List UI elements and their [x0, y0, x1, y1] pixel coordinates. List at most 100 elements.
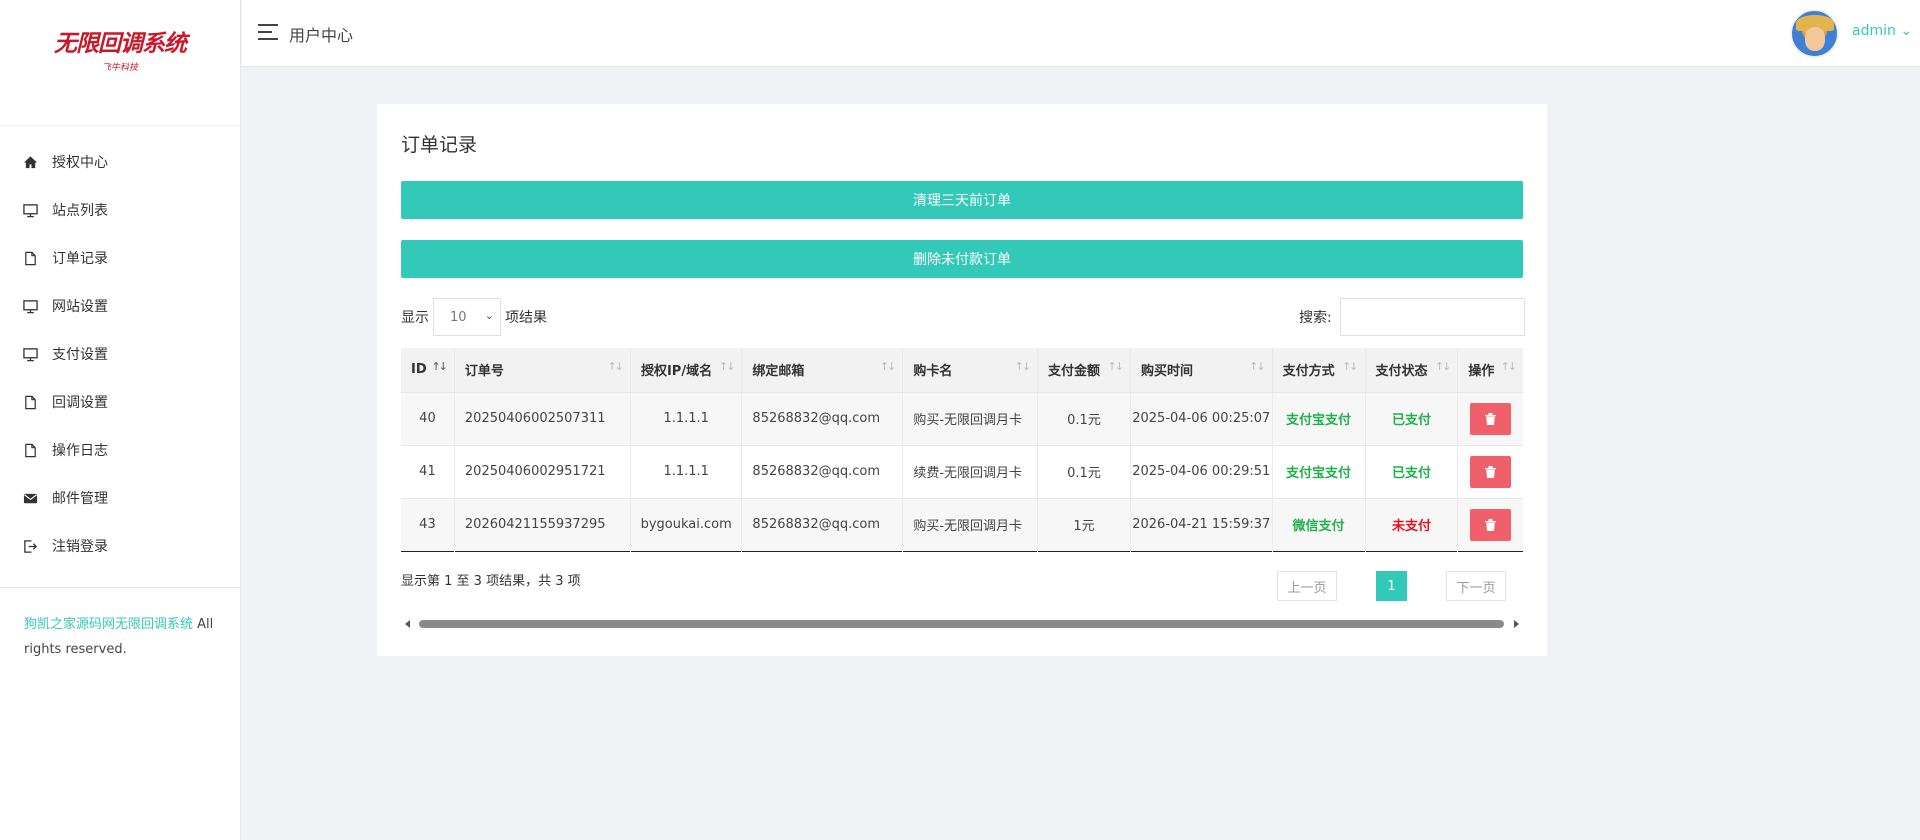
column-header-pay-method[interactable]: 支付方式 ↑↓ [1272, 348, 1366, 392]
column-header-domain[interactable]: 授权IP/域名 ↑↓ [630, 348, 743, 392]
page-button-1[interactable]: 1 [1376, 571, 1407, 601]
trash-icon [1485, 465, 1497, 478]
sidebar-item-label: 站点列表 [52, 203, 108, 219]
table-row: 41 20250406002951721 1.1.1.1 85268832@qq… [401, 445, 1523, 498]
sidebar-item-payment-settings[interactable]: 支付设置 [0, 330, 240, 378]
cell-actions [1458, 498, 1523, 551]
sidebar-divider [0, 587, 241, 588]
cell-card-name: 购买-无限回调月卡 [902, 498, 1039, 551]
chevron-down-icon: ⌄ [484, 309, 494, 322]
user-name: admin [1852, 23, 1896, 39]
sidebar-item-label: 注销登录 [52, 539, 108, 555]
table-row: 43 20260421155937295 bygoukai.com 852688… [401, 498, 1523, 551]
cell-amount: 0.1元 [1037, 445, 1131, 498]
cell-pay-method: 微信支付 [1272, 498, 1366, 551]
column-header-amount[interactable]: 支付金额 ↑↓ [1037, 348, 1131, 392]
cell-amount: 0.1元 [1037, 392, 1131, 445]
cell-order-no: 20250406002951721 [454, 445, 631, 498]
monitor-icon [22, 298, 38, 314]
sidebar: 无限回调系统 飞牛科技 授权中心 站点列表 订单记录 网站设置 支付设置 回调设… [0, 0, 241, 840]
cell-domain: 1.1.1.1 [630, 445, 743, 498]
sort-icon: ↑↓ [1342, 360, 1359, 373]
page-length-select[interactable]: 10 ⌄ [433, 298, 501, 336]
orders-table: ID ↑↓ 订单号 ↑↓ 授权IP/域名 ↑↓ 绑定邮箱 ↑↓ 购卡名 ↑↓ 支付金额 ↑↓… [401, 348, 1523, 552]
copyright: 狗凯之家源码网无限回调系统 All rights reserved. [24, 612, 224, 662]
trash-icon [1485, 518, 1497, 531]
menu-toggle-icon[interactable] [258, 24, 278, 40]
cell-email: 85268832@qq.com [741, 498, 904, 551]
sidebar-item-label: 网站设置 [52, 299, 108, 315]
delete-button[interactable] [1470, 402, 1512, 435]
cell-order-no: 20250406002507311 [454, 392, 631, 445]
user-menu[interactable]: admin ⌄ [1852, 23, 1912, 39]
search-input[interactable] [1339, 298, 1525, 336]
cell-amount: 1元 [1037, 498, 1131, 551]
chevron-down-icon: ⌄ [1900, 23, 1913, 39]
column-header-id[interactable]: ID ↑↓ [401, 348, 455, 392]
column-header-email[interactable]: 绑定邮箱 ↑↓ [741, 348, 904, 392]
cell-time: 2025-04-06 00:25:07 [1130, 392, 1273, 445]
sidebar-item-label: 授权中心 [52, 155, 108, 171]
sidebar-item-site-settings[interactable]: 网站设置 [0, 282, 240, 330]
cell-domain: 1.1.1.1 [630, 392, 743, 445]
delete-button[interactable] [1470, 455, 1512, 488]
cell-status: 未支付 [1365, 498, 1459, 551]
sidebar-item-auth-center[interactable]: 授权中心 [0, 138, 240, 186]
copyright-link[interactable]: 狗凯之家源码网无限回调系统 [24, 617, 193, 632]
sidebar-item-callback-settings[interactable]: 回调设置 [0, 378, 240, 426]
sidebar-item-operation-log[interactable]: 操作日志 [0, 426, 240, 474]
next-page-button[interactable]: 下一页 [1446, 571, 1506, 601]
avatar[interactable] [1790, 9, 1839, 58]
scroll-right-icon[interactable] [1514, 620, 1519, 628]
logo-title: 无限回调系统 [54, 30, 187, 57]
column-header-order-no[interactable]: 订单号 ↑↓ [454, 348, 631, 392]
cell-time: 2025-04-06 00:29:51 [1130, 445, 1273, 498]
sidebar-item-label: 回调设置 [52, 395, 108, 411]
home-icon [22, 154, 38, 170]
sidebar-item-label: 订单记录 [52, 251, 108, 267]
column-header-actions[interactable]: 操作 ↑↓ [1458, 348, 1523, 392]
file-icon [22, 250, 38, 266]
sidebar-item-site-list[interactable]: 站点列表 [0, 186, 240, 234]
sidebar-item-label: 支付设置 [52, 347, 108, 363]
mail-icon [22, 490, 38, 506]
column-header-status[interactable]: 支付状态 ↑↓ [1365, 348, 1459, 392]
sort-icon: ↑↓ [1014, 360, 1032, 373]
monitor-icon [22, 346, 38, 362]
delete-unpaid-orders-button[interactable]: 删除未付款订单 [401, 240, 1523, 278]
horizontal-scrollbar[interactable] [401, 617, 1523, 631]
column-header-time[interactable]: 购买时间 ↑↓ [1130, 348, 1273, 392]
table-info: 显示第 1 至 3 项结果，共 3 项 [401, 574, 581, 589]
sort-icon: ↑↓ [1434, 360, 1452, 373]
delete-button[interactable] [1470, 508, 1512, 541]
table-row: 40 20250406002507311 1.1.1.1 85268832@qq… [401, 392, 1523, 445]
sidebar-item-mail-management[interactable]: 邮件管理 [0, 474, 240, 522]
sort-icon: ↑↓ [879, 360, 897, 373]
file-icon [22, 394, 38, 410]
column-header-card-name[interactable]: 购卡名 ↑↓ [902, 348, 1039, 392]
scrollbar-thumb[interactable] [419, 620, 1504, 628]
cell-id: 41 [401, 445, 455, 498]
cell-email: 85268832@qq.com [741, 445, 904, 498]
cell-email: 85268832@qq.com [741, 392, 904, 445]
sidebar-item-label: 邮件管理 [52, 491, 108, 507]
sidebar-item-label: 操作日志 [52, 443, 108, 459]
sort-icon: ↑↓ [1500, 360, 1518, 373]
length-prefix: 显示 [401, 310, 429, 326]
trash-icon [1485, 412, 1497, 425]
sidebar-item-logout[interactable]: 注销登录 [0, 522, 240, 570]
cell-card-name: 购买-无限回调月卡 [902, 392, 1039, 445]
top-header: 用户中心 admin ⌄ [242, 0, 1920, 67]
sort-icon: ↑↓ [431, 360, 448, 373]
cell-time: 2026-04-21 15:59:37 [1130, 498, 1273, 551]
cell-pay-method: 支付宝支付 [1272, 392, 1366, 445]
cell-status: 已支付 [1365, 445, 1459, 498]
cell-actions [1458, 392, 1523, 445]
search-control: 搜索: [1299, 298, 1525, 336]
scroll-left-icon[interactable] [405, 620, 410, 628]
sort-icon: ↑↓ [1249, 360, 1266, 373]
table-header-row: ID ↑↓ 订单号 ↑↓ 授权IP/域名 ↑↓ 绑定邮箱 ↑↓ 购卡名 ↑↓ 支付金额 ↑↓… [401, 348, 1523, 392]
clear-old-orders-button[interactable]: 清理三天前订单 [401, 181, 1523, 219]
prev-page-button[interactable]: 上一页 [1277, 571, 1337, 601]
sidebar-item-order-records[interactable]: 订单记录 [0, 234, 240, 282]
